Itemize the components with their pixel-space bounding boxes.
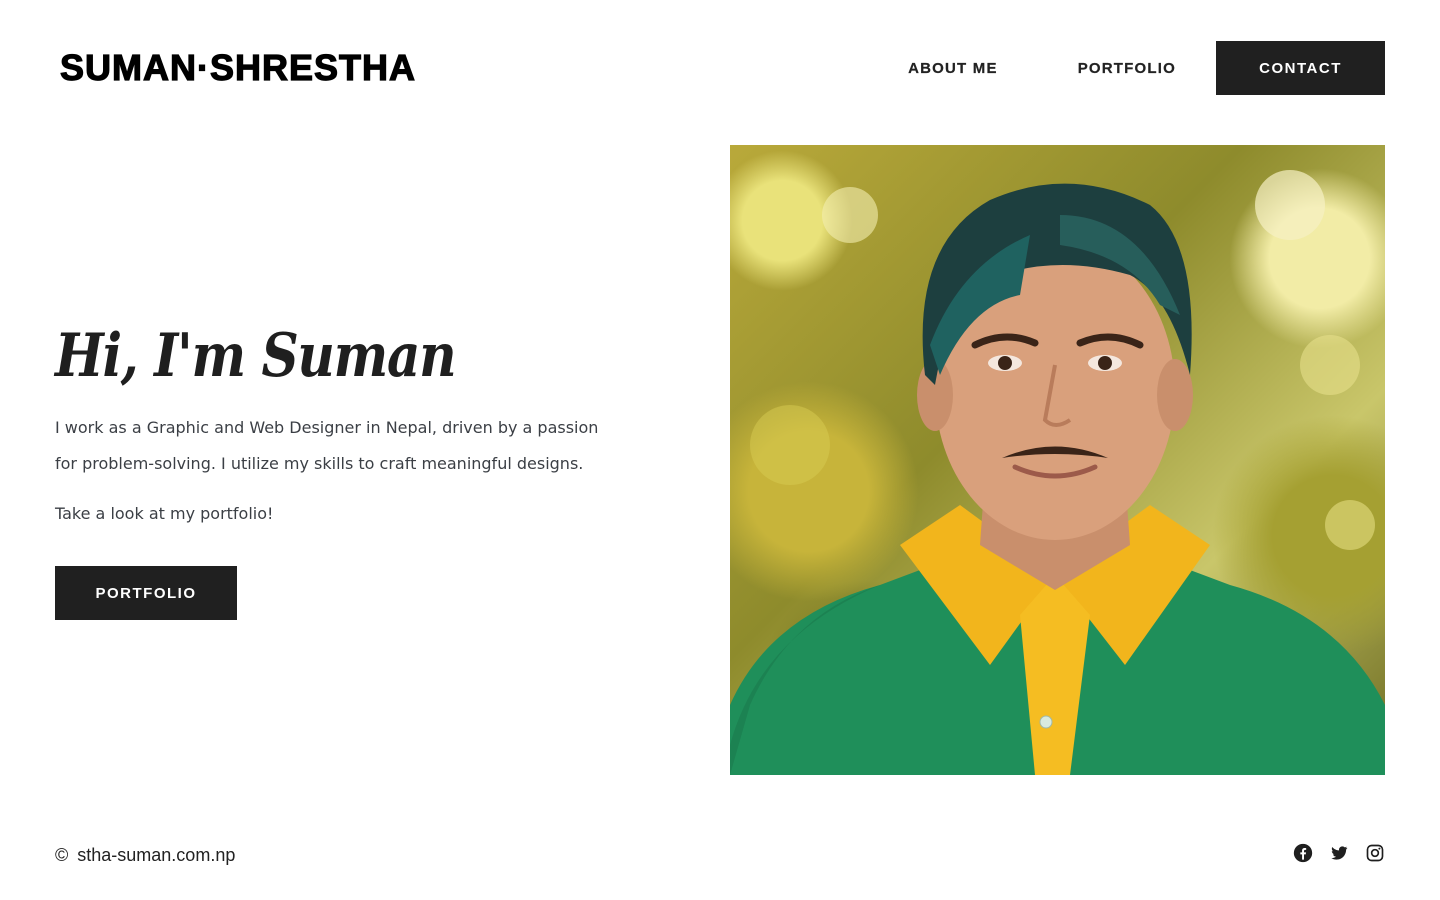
main-nav: ABOUT ME PORTFOLIO CONTACT bbox=[908, 41, 1385, 95]
nav-about-link[interactable]: ABOUT ME bbox=[908, 59, 998, 76]
contact-button[interactable]: CONTACT bbox=[1216, 41, 1385, 95]
portrait-illustration bbox=[730, 170, 1385, 775]
twitter-icon[interactable] bbox=[1329, 843, 1349, 863]
profile-photo bbox=[730, 145, 1385, 775]
nav-portfolio-link[interactable]: PORTFOLIO bbox=[1078, 59, 1176, 76]
footer-site-link[interactable]: stha-suman.com.np bbox=[77, 843, 235, 867]
hero-description: I work as a Graphic and Web Designer in … bbox=[55, 418, 599, 473]
portfolio-button[interactable]: PORTFOLIO bbox=[55, 566, 237, 620]
facebook-icon[interactable] bbox=[1293, 843, 1313, 863]
site-logo[interactable]: SUMAN·SHRESTHA bbox=[59, 46, 416, 90]
copyright-symbol: © bbox=[55, 845, 69, 865]
instagram-icon[interactable] bbox=[1365, 843, 1385, 863]
social-links bbox=[1277, 843, 1385, 863]
hero-title: Hi, I'm Suman bbox=[55, 321, 457, 391]
footer-copyright: © stha-suman.com.np bbox=[55, 843, 235, 867]
hero-cta-text: Take a look at my portfolio! bbox=[55, 504, 274, 523]
